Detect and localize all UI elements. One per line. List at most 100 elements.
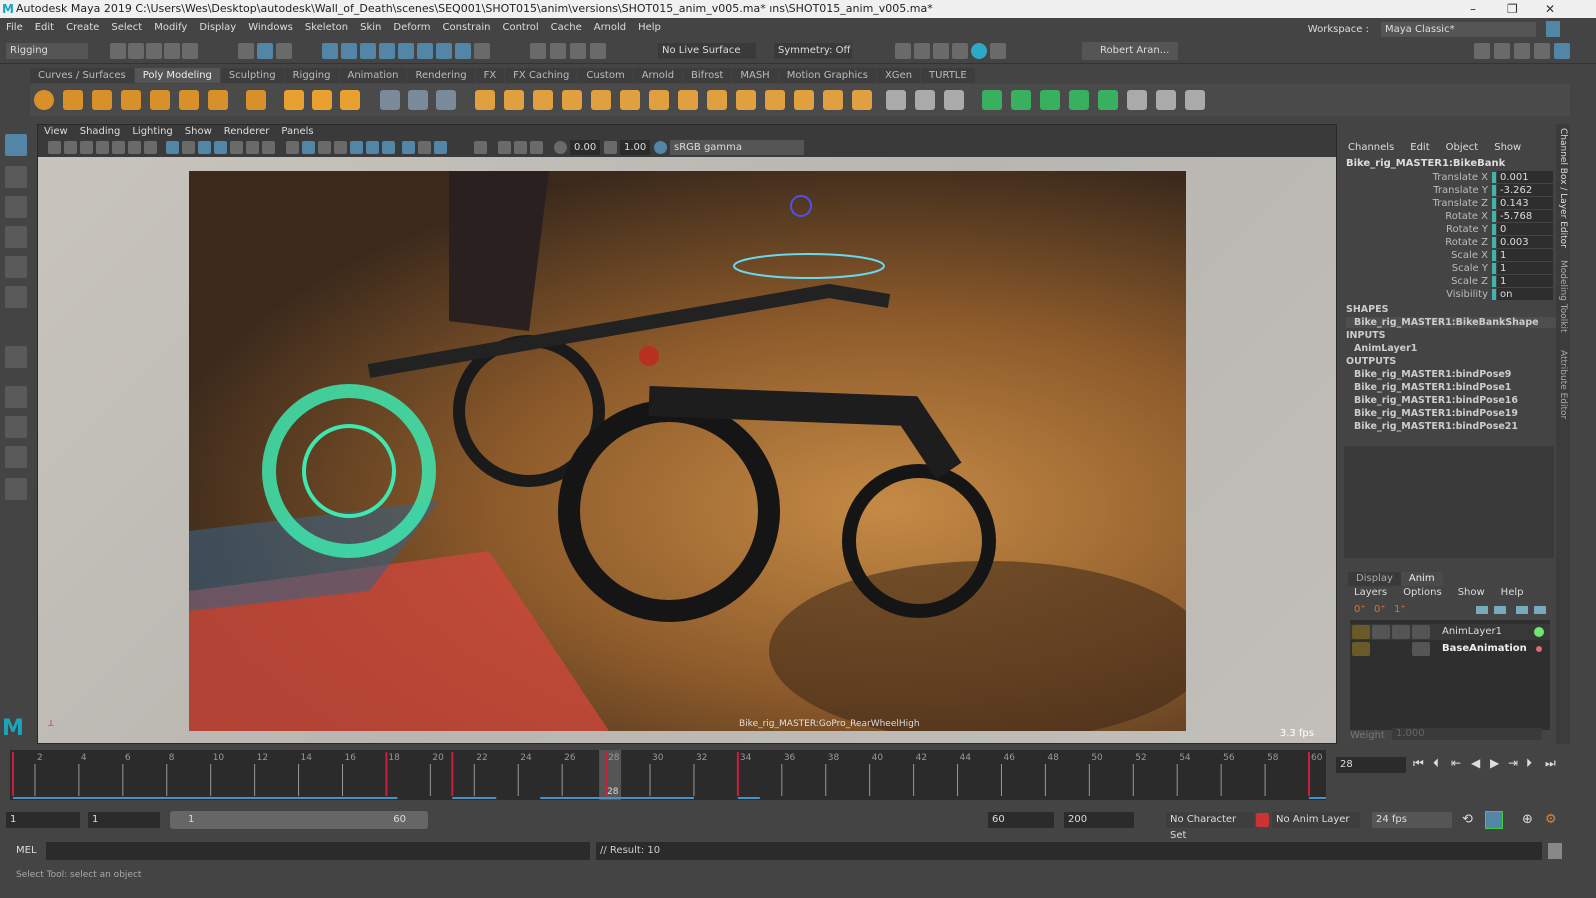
mel-command-input[interactable] [46,842,590,860]
channel-row[interactable]: Scale Y 1 [1340,262,1556,275]
triangulate-icon[interactable] [678,90,698,110]
fill-hole-icon[interactable] [649,90,669,110]
shadows-icon[interactable] [366,141,379,154]
poly-disc-icon[interactable] [208,90,228,110]
redo-icon[interactable] [182,43,198,59]
2d-pan-zoom-icon[interactable] [128,141,141,154]
field-chart-icon[interactable] [230,141,243,154]
two-view-icon[interactable] [5,446,27,468]
quadrangulate-icon[interactable] [707,90,727,110]
user-account-button[interactable]: Robert Aran... [1082,42,1178,60]
safe-action-icon[interactable] [246,141,259,154]
modeling-toolkit-icon[interactable] [1474,43,1490,59]
channel-box-icon[interactable] [1554,43,1570,59]
human-ik-icon[interactable] [1494,43,1510,59]
bridge-icon[interactable] [408,90,428,110]
camera-icon[interactable] [48,141,61,154]
menu-skin[interactable]: Skin [360,22,381,33]
select-hierarchy-icon[interactable] [238,43,254,59]
reduce-icon[interactable] [591,90,611,110]
lock-icon[interactable] [1352,642,1370,656]
hypershade-icon[interactable] [971,43,987,59]
append-icon[interactable] [794,90,814,110]
multi-cut-icon[interactable] [886,90,906,110]
time-slider[interactable]: 2 4 6 8 10 12 14 16 18 20 22 24 26 28 30 32 34 36 38 40 42 44… [10,750,1331,800]
menu-constrain[interactable]: Constrain [443,22,491,33]
loop-icon[interactable]: ⟲ [1462,812,1473,827]
camera-lock-icon[interactable] [64,141,77,154]
ambient-occlusion-icon[interactable] [382,141,395,154]
step-back-key-icon[interactable]: ⇤ [1451,756,1461,770]
planar-map-icon[interactable] [1011,90,1031,110]
save-scene-icon[interactable] [146,43,162,59]
select-tool-icon[interactable] [5,134,27,156]
new-layer-icon[interactable] [1516,606,1528,614]
svg-tool-icon[interactable] [340,90,360,110]
symmetry-field[interactable]: Symmetry: Off [774,43,852,59]
range-slider[interactable]: 1 60 [170,811,428,829]
poly-torus-icon[interactable] [150,90,170,110]
sew-uv-icon[interactable] [1127,90,1147,110]
le-menu-show[interactable]: Show [1458,587,1485,598]
shelf-tab-animation[interactable]: Animation [339,68,407,83]
tab-channel-box-layer-editor[interactable]: Channel Box / Layer Editor [1556,128,1570,248]
color-management-toggle-icon[interactable] [654,141,667,154]
output-node[interactable]: Bike_rig_MASTER1:bindPose21 [1354,421,1518,432]
smooth-icon[interactable] [562,90,582,110]
step-forward-frame-icon[interactable]: ⏵ [1526,756,1532,771]
channel-row[interactable]: Visibility on [1340,288,1556,301]
uv-map-icon[interactable] [736,90,756,110]
scale-tool-icon[interactable] [5,286,27,308]
render-settings-icon[interactable] [952,43,968,59]
tab-display[interactable]: Display [1348,572,1401,586]
cylindrical-map-icon[interactable] [1040,90,1060,110]
help-icon[interactable] [455,43,471,59]
shape-node[interactable]: Bike_rig_MASTER1:BikeBankShape [1346,317,1556,328]
construction-history-icon[interactable] [590,43,606,59]
textured-icon[interactable] [334,141,347,154]
menu-control[interactable]: Control [502,22,538,33]
cb-menu-object[interactable]: Object [1446,142,1479,153]
output-node[interactable]: Bike_rig_MASTER1:bindPose9 [1354,369,1511,380]
shelf-tab-fx-caching[interactable]: FX Caching [505,68,578,83]
play-forwards-icon[interactable]: ▶ [1490,756,1499,770]
end-time-field[interactable]: 200 [1064,812,1134,828]
character-set-dropdown[interactable]: No Character Set [1166,812,1254,841]
use-all-lights-icon[interactable] [350,141,363,154]
mel-label[interactable]: MEL [16,845,37,856]
channel-row[interactable]: Rotate Y 0 [1340,223,1556,236]
uv-editor-icon[interactable] [982,90,1002,110]
camera-attributes-icon[interactable] [80,141,93,154]
le-menu-layers[interactable]: Layers [1354,587,1387,598]
new-scene-icon[interactable] [110,43,126,59]
anim-layer-row[interactable]: AnimLayer1 [1350,624,1550,640]
mirror-icon[interactable] [533,90,553,110]
weight-field[interactable]: 1.000 [1392,728,1542,740]
menu-file[interactable]: File [6,22,23,33]
shelf-tab-mash[interactable]: MASH [732,68,778,83]
zero-key-layer-icon[interactable]: 0⁺ [1354,604,1366,615]
spherical-map-icon[interactable] [1069,90,1089,110]
channel-row[interactable]: Scale Z 1 [1340,275,1556,288]
combine-icon[interactable] [475,90,495,110]
play-backwards-icon[interactable]: ◀ [1471,756,1480,770]
le-menu-help[interactable]: Help [1501,587,1524,598]
animation-preferences-icon[interactable]: ⚙ [1545,812,1557,827]
input-ops-icon[interactable] [550,43,566,59]
type-tool-icon[interactable] [312,90,332,110]
step-forward-key-icon[interactable]: ⇥ [1508,756,1518,770]
open-scene-icon[interactable] [128,43,144,59]
fps-dropdown[interactable]: 24 fps [1372,812,1452,828]
full-weight-key-icon[interactable]: 1⁺ [1394,604,1406,615]
tab-attribute-editor[interactable]: Attribute Editor [1556,350,1570,419]
render-view-icon[interactable] [895,43,911,59]
cb-menu-channels[interactable]: Channels [1348,142,1394,153]
screen-space-ao-icon[interactable] [498,141,511,154]
tool-settings-icon[interactable] [1534,43,1550,59]
channel-row[interactable]: Translate Z 0.143 [1340,197,1556,210]
cb-menu-show[interactable]: Show [1494,142,1521,153]
input-node[interactable]: AnimLayer1 [1354,343,1417,354]
live-surface-field[interactable]: No Live Surface [658,43,756,59]
super-shape-icon[interactable] [284,90,304,110]
workspace-selector[interactable]: Workspace : Maya Classic* [1302,20,1566,39]
